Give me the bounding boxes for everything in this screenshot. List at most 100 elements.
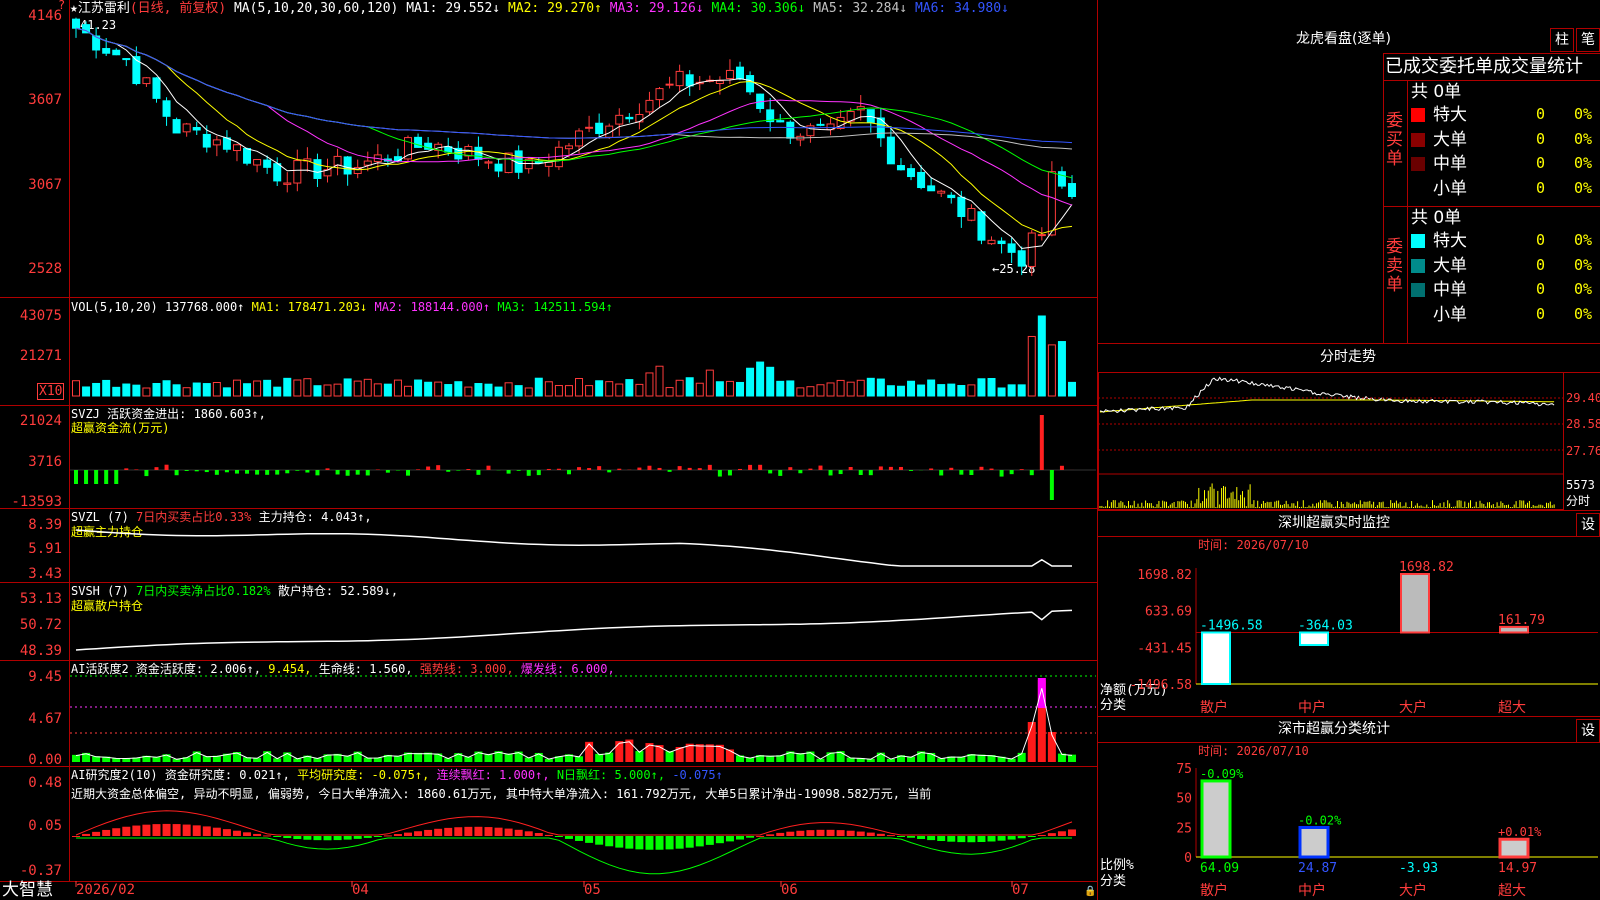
- volume-bar: [243, 383, 252, 397]
- active-bar: [1047, 732, 1056, 762]
- candle-body: [484, 161, 493, 164]
- research-bar: [102, 829, 111, 836]
- flow-bar: [617, 468, 622, 470]
- research-bar: [997, 836, 1006, 841]
- candle-body: [987, 239, 996, 245]
- flow-bar: [647, 465, 652, 470]
- volume-bar: [323, 384, 332, 397]
- flow-bar: [667, 470, 672, 472]
- flow-bar: [295, 470, 300, 471]
- candle-body: [1057, 171, 1066, 187]
- flow-bar: [1039, 415, 1044, 470]
- flow-bar: [124, 468, 129, 470]
- volume-bar: [1068, 381, 1076, 397]
- flow-bar: [999, 470, 1004, 477]
- volume-bar: [1017, 384, 1026, 397]
- candle-body: [977, 211, 986, 241]
- volume-bar: [72, 380, 80, 397]
- research-bar: [665, 836, 674, 850]
- flow-bar: [566, 470, 571, 475]
- candle-body: [343, 156, 352, 175]
- candle-body: [715, 80, 724, 84]
- candle-body: [665, 83, 674, 86]
- candle-body: [746, 75, 755, 93]
- research-bar: [1047, 833, 1056, 836]
- candle-body: [564, 145, 573, 150]
- volume-bar: [725, 380, 734, 397]
- svsh-line: [75, 609, 1073, 651]
- research-bar: [715, 836, 724, 844]
- candle-body: [142, 77, 151, 85]
- candle-body: [212, 139, 221, 146]
- research-bar: [886, 835, 895, 837]
- volume-bar: [947, 383, 956, 397]
- candle-body: [162, 100, 171, 117]
- class-category-label: 中户: [1298, 882, 1326, 899]
- volume-bar: [675, 379, 684, 397]
- research-bar: [222, 829, 231, 836]
- candle-body: [182, 123, 191, 133]
- research-bar: [675, 836, 684, 849]
- volume-bar: [796, 387, 805, 397]
- flow-bar: [818, 465, 823, 470]
- flow-bar: [315, 470, 320, 476]
- candle-body: [725, 69, 734, 80]
- research-bar: [635, 836, 644, 850]
- volume-bar: [786, 380, 795, 397]
- flow-bar: [768, 470, 773, 474]
- flow-bar: [144, 470, 149, 477]
- research-bar: [132, 825, 141, 836]
- candle-body: [1068, 183, 1076, 198]
- research-bar: [434, 828, 443, 836]
- monitor-axis-label: -1496.58: [1129, 678, 1192, 693]
- flow-bar: [929, 468, 934, 470]
- monitor-bar: [1299, 631, 1329, 647]
- volume-bar: [585, 385, 594, 397]
- active-bar: [705, 744, 714, 762]
- volume-bar: [393, 379, 402, 397]
- volume-bar: [927, 379, 936, 397]
- research-bar: [1057, 831, 1066, 836]
- volume-bar: [645, 372, 654, 397]
- volume-bar: [756, 361, 765, 397]
- class-category-label: 散户: [1200, 882, 1228, 899]
- active-bar: [625, 739, 634, 762]
- flow-bar: [556, 468, 561, 470]
- flow-bar: [406, 470, 410, 476]
- main-chart-area[interactable]: ★江苏雷利(日线, 前复权) MA(5,10,20,30,60,120) MA1…: [0, 0, 1098, 900]
- flow-bar: [365, 470, 370, 476]
- monitor-value-label: -1496.58: [1200, 618, 1263, 633]
- research-bar: [776, 832, 785, 836]
- volume-bar: [283, 377, 292, 397]
- flow-bar: [446, 470, 451, 472]
- research-bar: [112, 828, 121, 836]
- flow-bar: [174, 470, 179, 476]
- class-axis-label: 50: [1176, 792, 1192, 807]
- research-bar: [333, 836, 342, 841]
- ma-line-5: [75, 27, 1073, 150]
- volume-bar: [82, 386, 91, 397]
- class-change-label: -0.02%: [1298, 813, 1342, 827]
- research-bar: [625, 836, 634, 849]
- candle-body: [645, 99, 654, 113]
- research-bar: [1037, 834, 1046, 836]
- research-bar: [876, 833, 885, 836]
- candle-body: [585, 126, 594, 129]
- volume-bar: [534, 377, 543, 397]
- class-value-label: 64.09: [1200, 861, 1239, 876]
- flow-bar: [898, 466, 903, 470]
- volume-bar: [263, 379, 272, 397]
- volume-bar: [192, 382, 201, 397]
- volume-bar: [434, 381, 443, 397]
- candle-body: [222, 137, 231, 150]
- ma-line-4: [75, 27, 1073, 179]
- volume-bar: [414, 379, 423, 397]
- monitor-value-label: -364.03: [1298, 618, 1353, 633]
- volume-bar: [444, 384, 453, 397]
- flow-bar: [234, 470, 239, 474]
- flow-bar: [677, 466, 682, 470]
- research-bar: [172, 824, 181, 836]
- flow-bar: [536, 470, 541, 476]
- flow-bar: [707, 464, 712, 470]
- candle-body: [232, 144, 241, 152]
